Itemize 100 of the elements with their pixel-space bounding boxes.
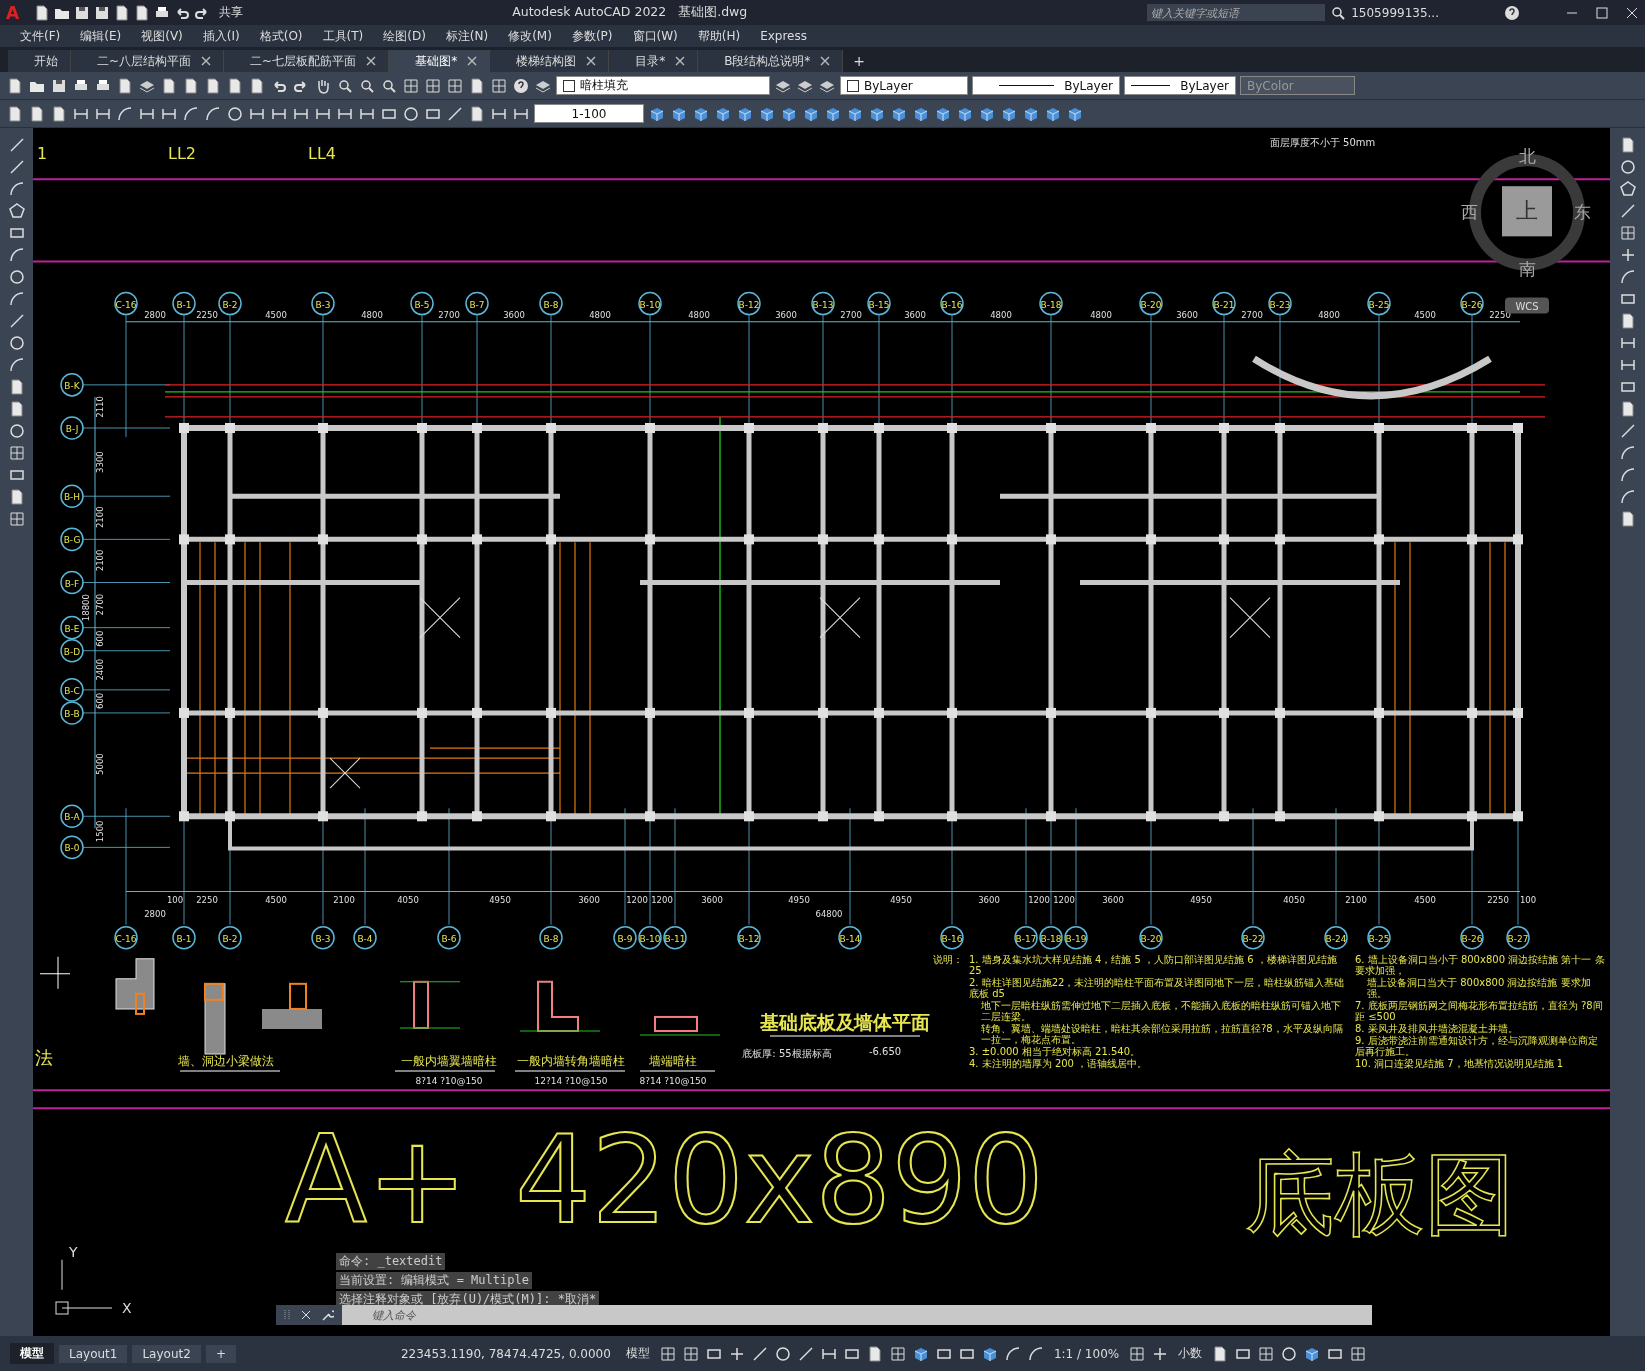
grid-icon[interactable]	[888, 1344, 907, 1363]
document-icon[interactable]	[204, 76, 222, 95]
menu-item[interactable]: 插入(I)	[192, 27, 250, 45]
user-account-button[interactable]: 1505999135...	[1351, 5, 1439, 20]
arc-icon[interactable]	[7, 290, 26, 308]
document-icon[interactable]	[468, 104, 486, 123]
circle-icon[interactable]	[402, 104, 420, 123]
grid-icon[interactable]	[402, 76, 420, 95]
polygon-icon[interactable]	[1618, 180, 1637, 198]
space-toggle[interactable]: 模型	[621, 1345, 654, 1362]
close-icon[interactable]	[820, 56, 831, 66]
grid-icon[interactable]	[446, 76, 464, 95]
linetype-dropdown[interactable]: ByLayer	[972, 76, 1120, 95]
share-button[interactable]: 共享	[219, 4, 244, 21]
add-layout-button[interactable]: +	[205, 1344, 236, 1363]
arc-icon[interactable]	[1618, 268, 1637, 286]
menu-item[interactable]: 参数(P)	[561, 27, 623, 45]
grid-icon[interactable]	[7, 444, 26, 462]
layout-tab[interactable]: Layout1	[59, 1344, 128, 1363]
arc-icon[interactable]	[1026, 1344, 1045, 1363]
ucs-menu-button[interactable]: WCS	[1505, 297, 1549, 314]
circle-icon[interactable]	[7, 334, 26, 352]
menu-item[interactable]: 文件(F)	[10, 27, 71, 45]
menu-item[interactable]: 工具(T)	[312, 27, 374, 45]
close-icon[interactable]	[467, 56, 478, 66]
circle-icon[interactable]	[1280, 1344, 1299, 1363]
file-tab[interactable]: B段结构总说明*	[698, 50, 844, 72]
grid-icon[interactable]	[658, 1344, 677, 1363]
circle-icon[interactable]	[226, 104, 244, 123]
file-tab[interactable]: 基础图*	[389, 50, 491, 72]
document-icon[interactable]	[182, 76, 200, 95]
maximize-icon[interactable]	[1595, 5, 1609, 20]
grid-icon[interactable]	[424, 76, 442, 95]
menu-item[interactable]: 修改(M)	[498, 27, 562, 45]
menu-item[interactable]: 帮助(H)	[687, 27, 751, 45]
grid-icon[interactable]	[1349, 1344, 1368, 1363]
document-icon[interactable]	[6, 76, 24, 95]
arc-icon[interactable]	[116, 104, 134, 123]
arc-icon[interactable]	[7, 246, 26, 264]
layout-tab[interactable]: 模型	[10, 1343, 54, 1364]
layout-tab[interactable]: Layout2	[132, 1344, 201, 1363]
arc-icon[interactable]	[204, 104, 222, 123]
command-input[interactable]: 键入命令	[342, 1305, 1372, 1325]
close-icon[interactable]	[1625, 5, 1639, 20]
close-icon[interactable]	[300, 1309, 312, 1321]
menu-item[interactable]: 窗口(W)	[622, 27, 688, 45]
layer-dropdown[interactable]: 暗柱填充	[556, 76, 770, 95]
document-icon[interactable]	[50, 104, 68, 123]
search-field[interactable]: 键入关键字或短语	[1147, 4, 1326, 21]
menu-item[interactable]: 绘图(D)	[373, 27, 436, 45]
grid-icon[interactable]	[1257, 1344, 1276, 1363]
circle-icon[interactable]	[7, 422, 26, 440]
document-icon[interactable]	[248, 76, 266, 95]
arc-icon[interactable]	[7, 356, 26, 374]
document-icon[interactable]	[28, 104, 46, 123]
menu-item[interactable]: 格式(O)	[249, 27, 313, 45]
document-icon[interactable]	[226, 76, 244, 95]
grid-icon[interactable]	[1128, 1344, 1147, 1363]
grid-icon[interactable]	[7, 510, 26, 528]
polygon-icon[interactable]	[7, 202, 26, 220]
grid-icon[interactable]	[1618, 224, 1637, 242]
arc-icon[interactable]	[7, 180, 26, 198]
file-tab[interactable]: 二~八层结构平面	[71, 50, 225, 72]
line-icon[interactable]	[446, 104, 464, 123]
menu-item[interactable]: Express	[750, 29, 817, 43]
document-icon[interactable]	[468, 76, 486, 95]
grid-icon[interactable]	[681, 1344, 700, 1363]
arc-icon[interactable]	[1618, 488, 1637, 506]
color-dropdown[interactable]: ByLayer	[840, 76, 968, 95]
dimension-text: 3600	[503, 309, 525, 320]
document-icon[interactable]	[6, 104, 24, 123]
menu-item[interactable]: 标注(N)	[435, 27, 499, 45]
file-tab[interactable]: 二~七层板配筋平面	[224, 50, 390, 72]
document-icon[interactable]	[116, 76, 134, 95]
menu-item[interactable]: 视图(V)	[131, 27, 193, 45]
circle-icon[interactable]	[773, 1344, 792, 1363]
circle-icon[interactable]	[7, 268, 26, 286]
grip-icon[interactable]	[282, 1308, 292, 1322]
arc-icon[interactable]	[182, 104, 200, 123]
close-icon[interactable]	[586, 56, 597, 66]
file-tab[interactable]: 目录*	[609, 50, 699, 72]
annotation-scale[interactable]: 1:1 / 100%	[1049, 1346, 1124, 1361]
units-dropdown[interactable]: 小数	[1174, 1345, 1207, 1362]
scale-dropdown[interactable]: 1-100	[534, 104, 644, 123]
close-icon[interactable]	[366, 56, 377, 66]
arc-icon[interactable]	[1618, 444, 1637, 462]
file-tab[interactable]: 开始	[8, 50, 71, 72]
help-icon[interactable]	[512, 76, 530, 95]
menu-item[interactable]: 编辑(E)	[70, 27, 132, 45]
help-icon[interactable]	[1503, 3, 1521, 22]
arc-icon[interactable]	[1618, 466, 1637, 484]
grid-icon[interactable]	[490, 76, 508, 95]
arc-icon[interactable]	[1003, 1344, 1022, 1363]
close-icon[interactable]	[201, 56, 212, 66]
close-icon[interactable]	[675, 56, 686, 66]
file-tab[interactable]: 楼梯结构图	[490, 50, 610, 72]
circle-icon[interactable]	[1618, 158, 1637, 176]
lineweight-dropdown[interactable]: ByLayer	[1124, 76, 1236, 95]
document-icon[interactable]	[160, 76, 178, 95]
new-tab-button[interactable]: +	[843, 50, 876, 72]
